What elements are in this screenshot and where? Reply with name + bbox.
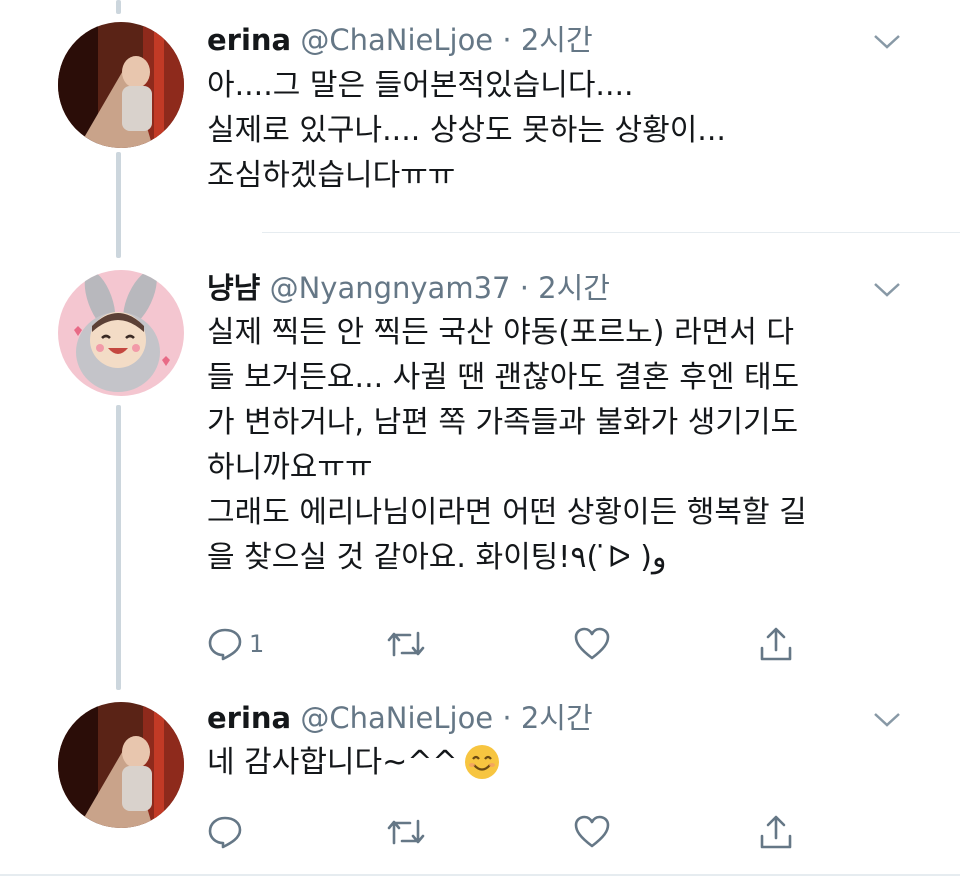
tweet-text-line: 실제로 있구나.... 상상도 못하는 상황이... bbox=[207, 113, 726, 148]
share-icon bbox=[758, 626, 794, 662]
tweet-header: 냥냠 @Nyangnyam37 · 2시간 bbox=[207, 270, 610, 306]
separator-dot: · bbox=[502, 23, 512, 57]
smiling-face-emoji bbox=[464, 744, 500, 793]
tweet-text: 아....그 말은 들어본적있습니다.... 실제로 있구나.... 상상도 못… bbox=[207, 63, 907, 198]
timestamp[interactable]: 2시간 bbox=[521, 701, 593, 735]
tweet-text: 실제 찍든 안 찍든 국산 야동(포르노) 라면서 다 들 보거든요... 사귈… bbox=[207, 310, 907, 580]
retweet-icon bbox=[386, 627, 426, 661]
tweet-actions bbox=[0, 812, 960, 852]
tweet-header: erina @ChaNieLjoe · 2시간 bbox=[207, 700, 593, 736]
like-button[interactable] bbox=[574, 624, 610, 664]
tweet-text-line: 하니까요ㅠㅠ bbox=[207, 450, 373, 485]
tweet-text-line: 들 보거든요... 사귈 땐 괜찮아도 결혼 후엔 태도 bbox=[207, 360, 800, 395]
avatar[interactable] bbox=[58, 22, 184, 148]
divider bbox=[262, 232, 960, 233]
tweet-text-line: 실제 찍든 안 찍든 국산 야동(포르노) 라면서 다 bbox=[207, 315, 794, 350]
timestamp[interactable]: 2시간 bbox=[538, 271, 610, 305]
tweet-text-line: 네 감사합니다~^^ bbox=[207, 745, 458, 780]
retweet-button[interactable] bbox=[386, 624, 426, 664]
chevron-down-icon[interactable] bbox=[872, 32, 902, 52]
heart-icon bbox=[574, 627, 610, 661]
avatar[interactable] bbox=[58, 270, 184, 396]
tweet-1[interactable]: erina @ChaNieLjoe · 2시간 아....그 말은 들어본적있습… bbox=[0, 0, 960, 240]
reply-icon bbox=[207, 627, 243, 661]
reply-button[interactable] bbox=[207, 812, 243, 852]
reply-icon bbox=[207, 815, 243, 849]
tweet-text-line: 을 찾으실 것 같아요. 화이팅!٩( ̇ᐅ )و bbox=[207, 540, 667, 575]
display-name[interactable]: 냥냠 bbox=[207, 271, 260, 305]
heart-icon bbox=[574, 815, 610, 849]
tweet-3[interactable]: erina @ChaNieLjoe · 2시간 네 감사합니다~^^ bbox=[0, 690, 960, 870]
tweet-text-line: 조심하겠습니다ㅠㅠ bbox=[207, 158, 456, 193]
tweet-text-line: 가 변하거나, 남편 쪽 가족들과 불화가 생기기도 bbox=[207, 405, 799, 440]
retweet-button[interactable] bbox=[386, 812, 426, 852]
reply-button[interactable]: 1 bbox=[207, 624, 264, 664]
tweet-text-line: 그래도 에리나님이라면 어떤 상황이든 행복할 길 bbox=[207, 495, 807, 530]
tweet-text: 네 감사합니다~^^ bbox=[207, 740, 907, 793]
divider bbox=[0, 874, 960, 876]
share-button[interactable] bbox=[758, 624, 794, 664]
share-button[interactable] bbox=[758, 812, 794, 852]
user-handle[interactable]: @Nyangnyam37 bbox=[270, 271, 511, 305]
like-button[interactable] bbox=[574, 812, 610, 852]
reply-count: 1 bbox=[249, 630, 265, 658]
user-handle[interactable]: @ChaNieLjoe bbox=[300, 701, 493, 735]
share-icon bbox=[758, 814, 794, 850]
user-handle[interactable]: @ChaNieLjoe bbox=[300, 23, 493, 57]
tweet-header: erina @ChaNieLjoe · 2시간 bbox=[207, 22, 593, 58]
timestamp[interactable]: 2시간 bbox=[521, 23, 593, 57]
chevron-down-icon[interactable] bbox=[872, 280, 902, 300]
avatar[interactable] bbox=[58, 702, 184, 828]
display-name[interactable]: erina bbox=[207, 701, 291, 735]
tweet-2[interactable]: 냥냠 @Nyangnyam37 · 2시간 실제 찍든 안 찍든 국산 야동(포… bbox=[0, 260, 960, 680]
tweet-actions: 1 bbox=[0, 624, 960, 664]
display-name[interactable]: erina bbox=[207, 23, 291, 57]
retweet-icon bbox=[386, 815, 426, 849]
separator-dot: · bbox=[502, 701, 512, 735]
separator-dot: · bbox=[519, 271, 529, 305]
tweet-text-line: 아....그 말은 들어본적있습니다.... bbox=[207, 68, 634, 103]
chevron-down-icon[interactable] bbox=[872, 710, 902, 730]
